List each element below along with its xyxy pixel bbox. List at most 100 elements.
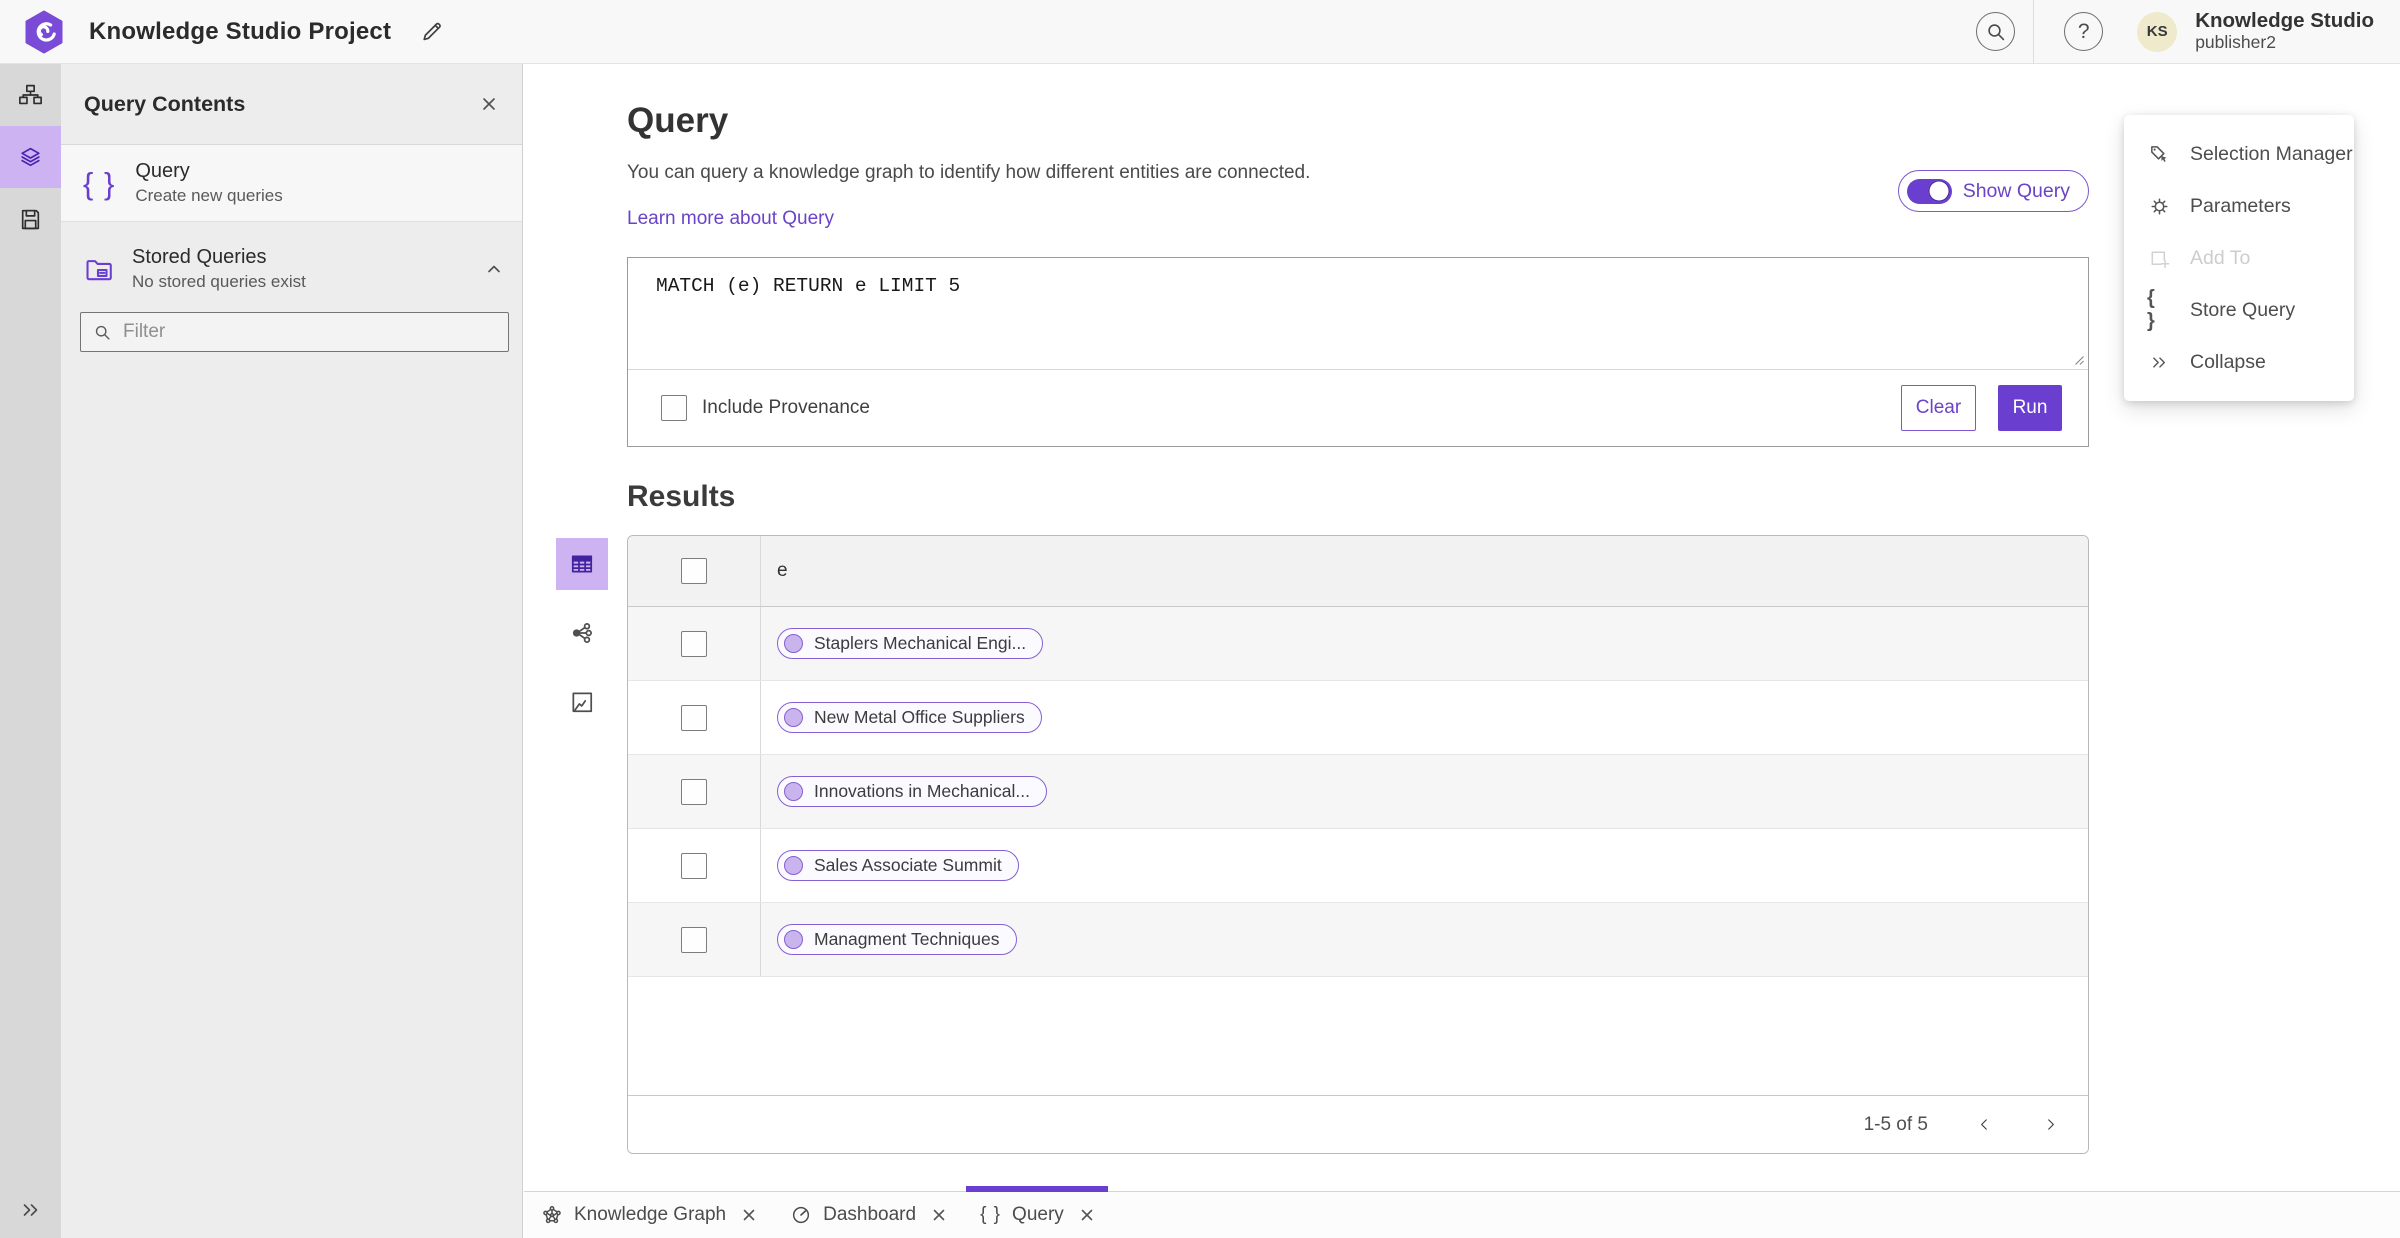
include-provenance-checkbox[interactable] xyxy=(661,395,687,421)
table-row: Sales Associate Summit xyxy=(628,829,2088,903)
help-button[interactable]: ? xyxy=(2064,12,2104,51)
view-link-chart-button[interactable] xyxy=(556,607,608,659)
entity-dot-icon xyxy=(784,856,803,875)
filter-input[interactable] xyxy=(123,321,496,343)
selection-manager-item[interactable]: Selection Manager xyxy=(2124,128,2354,180)
query-editor-box: MATCH (e) RETURN e LIMIT 5 Include Prove… xyxy=(627,257,2089,447)
toggle-switch[interactable] xyxy=(1906,178,1952,204)
tab-close-icon[interactable] xyxy=(932,1208,946,1222)
edit-project-title-button[interactable] xyxy=(419,19,444,44)
table-row: Staplers Mechanical Engi... xyxy=(628,607,2088,681)
tab-close-icon[interactable] xyxy=(1080,1208,1094,1222)
entity-dot-icon xyxy=(784,782,803,801)
tab-dashboard[interactable]: Dashboard xyxy=(773,1192,963,1238)
show-query-toggle[interactable]: Show Query xyxy=(1897,170,2089,212)
resize-handle[interactable] xyxy=(2071,352,2085,366)
search-button[interactable] xyxy=(1976,12,2016,51)
view-table-button[interactable] xyxy=(556,538,608,590)
search-icon xyxy=(93,323,112,342)
bottom-tab-bar: Knowledge Graph Dashboard Query xyxy=(524,1186,2400,1238)
save-icon xyxy=(18,207,43,232)
row-checkbox[interactable] xyxy=(681,852,707,879)
table-row: Managment Techniques xyxy=(628,903,2088,977)
query-intro: You can query a knowledge graph to ident… xyxy=(627,162,2089,230)
row-checkbox[interactable] xyxy=(681,704,707,731)
tab-knowledge-graph[interactable]: Knowledge Graph xyxy=(524,1192,773,1238)
selection-manager-icon xyxy=(2147,143,2171,166)
store-query-item[interactable]: Store Query xyxy=(2124,284,2354,336)
column-header-e: e xyxy=(777,560,788,581)
app-header: Knowledge Studio Project ? KS Knowledge … xyxy=(0,0,2400,64)
tab-query[interactable]: Query xyxy=(963,1186,1111,1238)
pagination-next-button[interactable] xyxy=(2034,1109,2066,1141)
entity-pill[interactable]: Staplers Mechanical Engi... xyxy=(777,628,1044,659)
search-icon xyxy=(1985,21,2007,43)
braces-icon xyxy=(980,1204,1001,1226)
results-title: Results xyxy=(627,480,736,513)
app-logo-icon xyxy=(24,10,64,54)
pagination-range-label: 1-5 of 5 xyxy=(1863,1113,1928,1135)
main-content: Query You can query a knowledge graph to… xyxy=(524,64,2400,1238)
app-name-label: Knowledge Studio xyxy=(2195,9,2374,33)
show-query-label: Show Query xyxy=(1962,179,2070,202)
project-title: Knowledge Studio Project xyxy=(89,17,392,45)
table-header-row: e xyxy=(628,536,2088,607)
data-model-icon xyxy=(18,83,43,108)
double-chevron-right-icon xyxy=(19,1198,43,1222)
query-contents-panel: Query Contents Query Create new queries xyxy=(61,64,523,1238)
user-avatar[interactable]: KS xyxy=(2137,11,2178,52)
row-checkbox[interactable] xyxy=(681,630,707,657)
chevron-up-icon[interactable] xyxy=(484,259,504,279)
query-tools-menu: Selection Manager Parameters Add To {} … xyxy=(2124,115,2354,401)
rail-item-data-model[interactable] xyxy=(0,64,61,126)
select-all-checkbox[interactable] xyxy=(681,558,707,584)
left-action-rail xyxy=(0,64,61,1238)
braces-icon xyxy=(2147,287,2171,333)
page-title: Query xyxy=(627,101,729,140)
parameters-item[interactable]: Parameters xyxy=(2124,180,2354,232)
table-row: New Metal Office Suppliers xyxy=(628,681,2088,755)
entity-dot-icon xyxy=(784,708,803,727)
entity-pill[interactable]: Sales Associate Summit xyxy=(777,850,1019,881)
entity-pill[interactable]: Managment Techniques xyxy=(777,924,1017,955)
table-icon xyxy=(569,551,595,577)
add-to-icon xyxy=(2147,247,2171,270)
double-chevron-right-icon xyxy=(2147,352,2171,373)
clear-button[interactable]: Clear xyxy=(1901,385,1976,431)
link-chart-icon xyxy=(569,620,595,646)
row-checkbox[interactable] xyxy=(681,778,707,805)
learn-more-link[interactable]: Learn more about Query xyxy=(627,208,834,230)
results-view-switcher xyxy=(556,538,608,728)
rail-expand-button[interactable] xyxy=(0,1188,61,1232)
dashboard-gauge-icon xyxy=(790,1204,812,1226)
chevron-left-icon xyxy=(1976,1116,1993,1133)
entity-dot-icon xyxy=(784,634,803,653)
entity-pill[interactable]: New Metal Office Suppliers xyxy=(777,702,1042,733)
help-icon: ? xyxy=(2077,19,2090,43)
pagination-prev-button[interactable] xyxy=(1968,1109,2000,1141)
query-box-footer: Include Provenance Clear Run xyxy=(628,369,2088,446)
rail-item-layers[interactable] xyxy=(0,126,61,188)
entity-pill[interactable]: Innovations in Mechanical... xyxy=(777,776,1047,807)
user-info: Knowledge Studio publisher2 xyxy=(2195,9,2374,53)
panel-header: Query Contents xyxy=(61,64,522,145)
panel-item-title: Query xyxy=(135,160,190,182)
view-map-button[interactable] xyxy=(556,676,608,728)
run-button[interactable]: Run xyxy=(1998,385,2062,431)
entity-dot-icon xyxy=(784,930,803,949)
panel-title: Query Contents xyxy=(84,91,246,116)
knowledge-graph-icon xyxy=(541,1204,563,1226)
braces-icon xyxy=(83,168,115,199)
query-editor[interactable]: MATCH (e) RETURN e LIMIT 5 xyxy=(628,258,2088,369)
stored-queries-folder-icon xyxy=(83,254,114,285)
row-checkbox[interactable] xyxy=(681,926,707,953)
collapse-item[interactable]: Collapse xyxy=(2124,336,2354,388)
close-icon xyxy=(480,95,498,113)
stored-queries-section[interactable]: Stored Queries No stored queries exist xyxy=(61,222,522,292)
tab-close-icon[interactable] xyxy=(742,1208,756,1222)
table-empty-space xyxy=(628,977,2088,1095)
table-row: Innovations in Mechanical... xyxy=(628,755,2088,829)
panel-item-query[interactable]: Query Create new queries xyxy=(61,145,522,222)
panel-close-button[interactable] xyxy=(480,95,498,113)
rail-item-save[interactable] xyxy=(0,188,61,250)
